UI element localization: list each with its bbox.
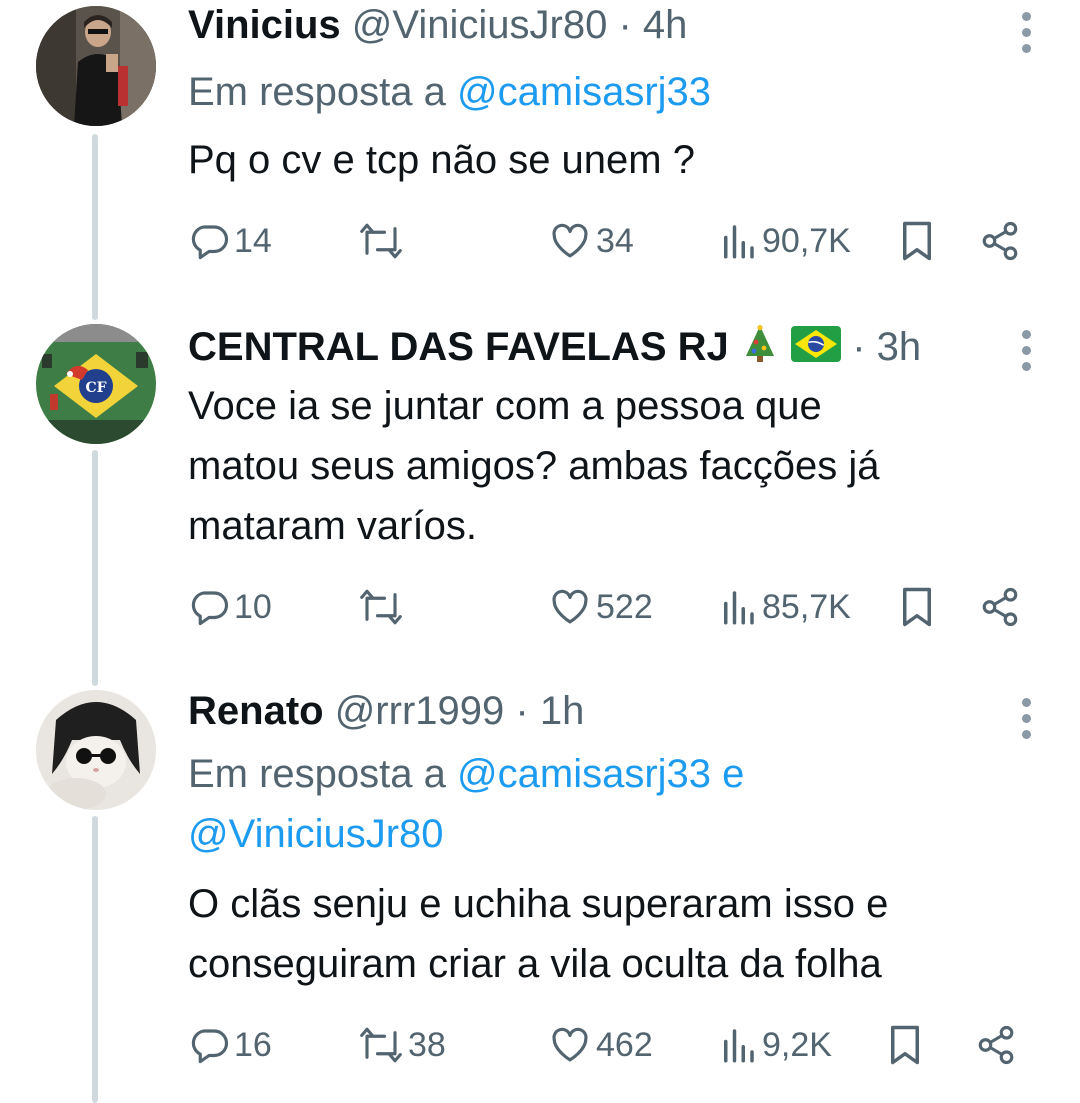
tweet-text-line: Voce ia se juntar com a pessoa que xyxy=(188,384,822,428)
separator-dot: · xyxy=(852,325,866,369)
reply-button[interactable]: 10 xyxy=(188,584,272,630)
reply-target-link[interactable]: @camisasrj33 e xyxy=(457,752,744,796)
reply-icon xyxy=(191,591,229,626)
separator-dot: · xyxy=(515,689,529,733)
user-handle[interactable]: @rrr1999 xyxy=(335,689,505,733)
like-button[interactable]: 34 xyxy=(548,218,634,264)
reply-count: 10 xyxy=(234,587,272,626)
reply-icon xyxy=(191,225,229,260)
more-vertical-icon[interactable] xyxy=(1020,12,1032,60)
christmas-tree-emoji xyxy=(740,324,780,374)
bookmark-icon xyxy=(903,587,931,627)
tweet-text: Voce ia se juntar com a pessoa que matou… xyxy=(188,376,1038,556)
more-vertical-icon[interactable] xyxy=(1020,698,1032,746)
share-button[interactable] xyxy=(978,584,1022,630)
share-button[interactable] xyxy=(974,1022,1018,1068)
tweet[interactable]: CF CENTRAL DAS FAVELAS RJ · 3h Voce ia s… xyxy=(0,320,1080,686)
reply-context: Em resposta a @camisasrj33 xyxy=(188,62,1048,122)
tweet-text: O clãs senju e uchiha superaram isso e c… xyxy=(188,874,1038,994)
tweet-header: CENTRAL DAS FAVELAS RJ · 3h xyxy=(188,324,921,374)
avatar[interactable] xyxy=(36,690,156,810)
reply-count: 14 xyxy=(234,221,272,260)
bookmark-button[interactable] xyxy=(900,218,934,264)
reply-prefix: Em resposta a xyxy=(188,752,446,796)
views-count: 90,7K xyxy=(762,221,851,260)
tweet-text-line: conseguiram criar a vila oculta da folha xyxy=(188,942,882,986)
reply-target-link[interactable]: @camisasrj33 xyxy=(457,70,711,114)
views-button[interactable]: 85,7K xyxy=(718,584,851,630)
display-name[interactable]: Renato xyxy=(188,689,324,733)
reply-count: 16 xyxy=(234,1025,272,1064)
tweet-header: Vinicius @ViniciusJr80 · 4h xyxy=(188,2,687,48)
share-button[interactable] xyxy=(978,218,1022,264)
views-icon xyxy=(724,591,754,625)
retweet-button[interactable] xyxy=(358,218,408,264)
timestamp[interactable]: 3h xyxy=(877,325,922,369)
share-icon xyxy=(982,221,1018,261)
timestamp[interactable]: 4h xyxy=(643,3,688,47)
tweet-header: Renato @rrr1999 · 1h xyxy=(188,688,584,734)
tweet[interactable]: Vinicius @ViniciusJr80 · 4h Em resposta … xyxy=(0,0,1080,320)
reply-icon xyxy=(191,1029,229,1064)
reply-button[interactable]: 14 xyxy=(188,218,272,264)
like-count: 522 xyxy=(596,587,653,626)
share-icon xyxy=(982,587,1018,627)
views-count: 85,7K xyxy=(762,587,851,626)
bookmark-button[interactable] xyxy=(900,584,934,630)
brazil-flag-emoji xyxy=(791,326,842,372)
bookmark-button[interactable] xyxy=(888,1022,922,1068)
heart-icon xyxy=(552,589,588,624)
display-name[interactable]: Vinicius xyxy=(188,3,341,47)
like-button[interactable]: 522 xyxy=(548,584,653,630)
views-button[interactable]: 9,2K xyxy=(718,1022,832,1068)
retweet-button[interactable] xyxy=(358,584,408,630)
bookmark-icon xyxy=(903,221,931,261)
action-bar: 14 34 90,7K xyxy=(188,218,1038,264)
views-icon xyxy=(724,225,754,259)
like-count: 462 xyxy=(596,1025,653,1064)
tweet-text: Pq o cv e tcp não se unem ? xyxy=(188,130,1038,190)
retweet-icon xyxy=(360,589,402,625)
display-name[interactable]: CENTRAL DAS FAVELAS RJ xyxy=(188,325,729,369)
tweet-text-line: O clãs senju e uchiha superaram isso e xyxy=(188,882,889,926)
share-icon xyxy=(978,1025,1014,1065)
svg-text:CF: CF xyxy=(85,380,106,396)
action-bar: 10 522 85,7K xyxy=(188,584,1038,630)
retweet-icon xyxy=(360,223,402,259)
user-handle[interactable]: @ViniciusJr80 xyxy=(352,3,608,47)
reply-prefix: Em resposta a xyxy=(188,70,446,114)
retweet-icon xyxy=(360,1027,402,1063)
heart-icon xyxy=(552,1027,588,1062)
reply-context: Em resposta a @camisasrj33 e @ViniciusJr… xyxy=(188,744,1048,864)
action-bar: 16 38 462 9,2K xyxy=(188,1022,1038,1068)
bookmark-icon xyxy=(891,1025,919,1065)
avatar[interactable]: CF xyxy=(36,324,156,444)
separator-dot: · xyxy=(618,3,632,47)
heart-icon xyxy=(552,223,588,258)
tweet-text-line: matou seus amigos? ambas facções já xyxy=(188,444,880,488)
reply-target-link[interactable]: @ViniciusJr80 xyxy=(188,804,1048,864)
tweet-text-line: Pq o cv e tcp não se unem ? xyxy=(188,138,695,182)
views-button[interactable]: 90,7K xyxy=(718,218,851,264)
timestamp[interactable]: 1h xyxy=(540,689,585,733)
like-button[interactable]: 462 xyxy=(548,1022,653,1068)
like-count: 34 xyxy=(596,221,634,260)
avatar[interactable] xyxy=(36,6,156,126)
tweet-text-line: mataram varíos. xyxy=(188,504,477,548)
reply-button[interactable]: 16 xyxy=(188,1022,272,1068)
more-vertical-icon[interactable] xyxy=(1020,330,1032,378)
tweet[interactable]: Renato @rrr1999 · 1h Em resposta a @cami… xyxy=(0,686,1080,1103)
retweet-button[interactable]: 38 xyxy=(358,1022,446,1068)
views-count: 9,2K xyxy=(762,1025,832,1064)
retweet-count: 38 xyxy=(408,1025,446,1064)
views-icon xyxy=(724,1029,754,1063)
